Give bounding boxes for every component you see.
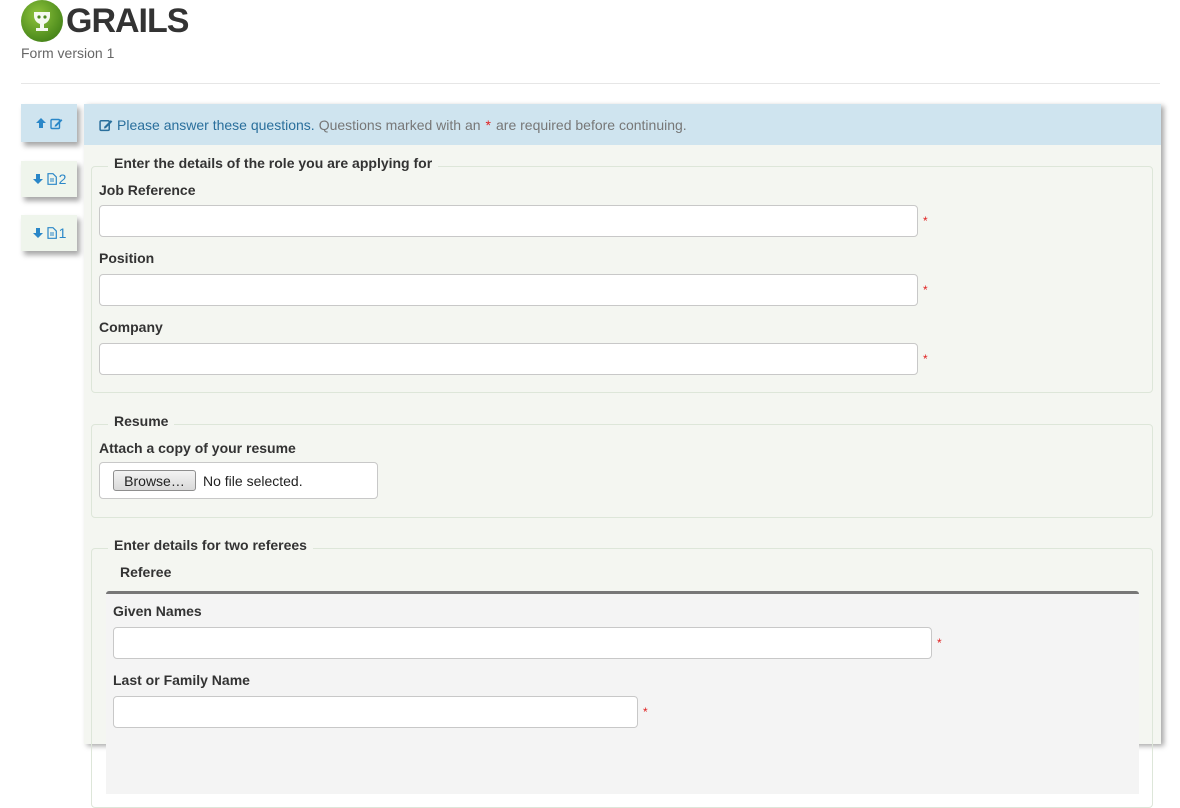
resume-file-input[interactable]: Browse… No file selected.: [99, 462, 378, 499]
info-text-before: Questions marked with an: [318, 116, 481, 133]
grails-logo[interactable]: GRAILS: [21, 0, 189, 42]
referee-legend: Referee: [120, 564, 172, 580]
resume-legend: Resume: [108, 413, 175, 429]
browse-button[interactable]: Browse…: [113, 470, 196, 491]
company-label: Company: [99, 319, 163, 335]
given-names-input[interactable]: [113, 627, 932, 659]
arrow-up-icon: [35, 117, 47, 129]
edit-icon: [99, 118, 113, 132]
document-icon: [46, 227, 57, 239]
resume-label: Attach a copy of your resume: [99, 440, 296, 456]
position-input[interactable]: [99, 274, 918, 306]
required-star: *: [923, 283, 928, 297]
referees-fieldset: Enter details for two referees Referee G…: [91, 537, 1153, 808]
info-text-after: are required before continuing.: [496, 116, 687, 133]
app-header: GRAILS: [21, 0, 189, 42]
form-panel: Please answer these questions. Questions…: [84, 104, 1161, 808]
job-reference-input[interactable]: [99, 205, 918, 237]
required-star: *: [923, 214, 928, 228]
grails-cup-icon: [21, 0, 63, 42]
position-label: Position: [99, 250, 155, 266]
family-name-input[interactable]: [113, 696, 638, 728]
company-input[interactable]: [99, 343, 918, 375]
file-status: No file selected.: [203, 472, 303, 489]
required-star: *: [485, 116, 491, 133]
given-names-label: Given Names: [113, 603, 202, 619]
referee-group: Given Names * Last or Family Name *: [106, 591, 1139, 794]
header-divider: [21, 83, 1160, 84]
family-name-label: Last or Family Name: [113, 672, 250, 688]
info-banner: Please answer these questions. Questions…: [84, 104, 1161, 145]
required-star: *: [937, 636, 942, 650]
logo-text: GRAILS: [66, 2, 189, 40]
required-star: *: [643, 705, 648, 719]
role-legend: Enter the details of the role you are ap…: [108, 155, 439, 171]
arrow-down-icon: [32, 227, 44, 239]
job-reference-label: Job Reference: [99, 182, 196, 198]
tab-page-number: 2: [58, 171, 67, 187]
edit-icon: [50, 117, 63, 130]
referees-legend: Enter details for two referees: [108, 537, 313, 553]
tab-edit-current[interactable]: [21, 104, 77, 142]
tab-page-number: 1: [58, 225, 67, 241]
arrow-down-icon: [32, 173, 44, 185]
resume-fieldset: Resume Attach a copy of your resume Brow…: [91, 413, 1153, 518]
tab-page-1[interactable]: 1: [21, 215, 77, 251]
form-version: Form version 1: [21, 45, 115, 61]
required-star: *: [923, 352, 928, 366]
document-icon: [46, 173, 57, 185]
info-lead: Please answer these questions.: [117, 116, 315, 133]
tab-page-2[interactable]: 2: [21, 161, 77, 197]
role-fieldset: Enter the details of the role you are ap…: [91, 155, 1153, 393]
